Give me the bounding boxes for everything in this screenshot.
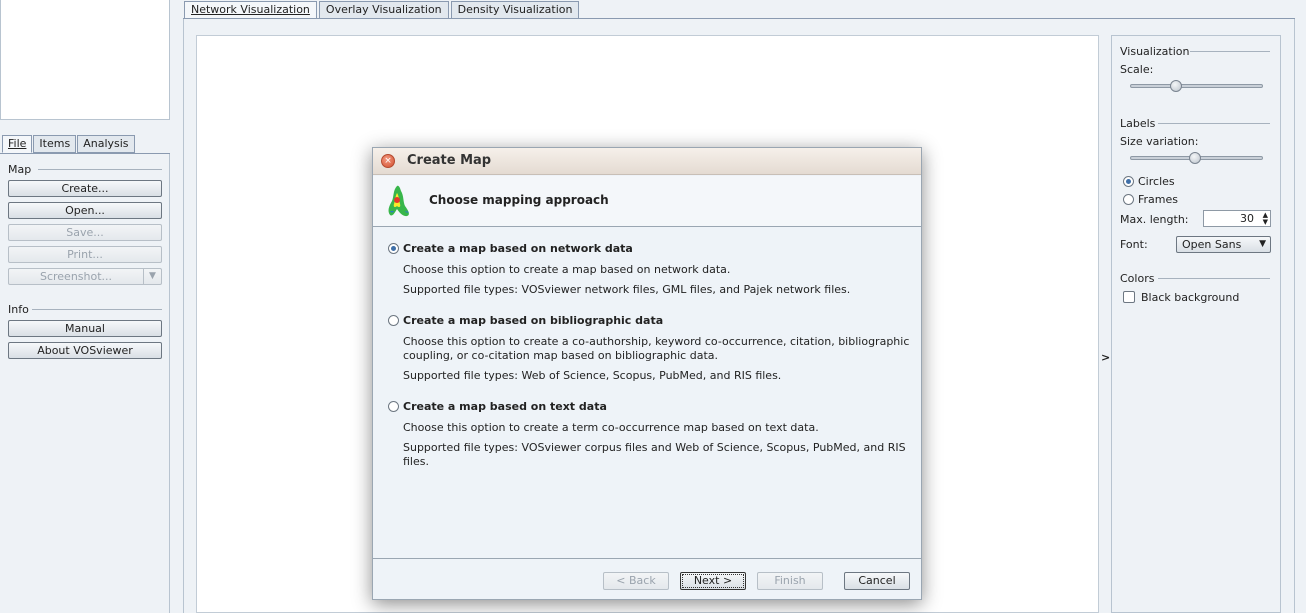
tab-analysis[interactable]: Analysis	[77, 135, 135, 153]
chevron-down-icon: ▼	[1259, 239, 1266, 249]
tab-items[interactable]: Items	[33, 135, 77, 153]
visualization-divider	[1190, 51, 1270, 52]
black-background-label: Black background	[1141, 291, 1240, 304]
tab-network-label: Network Visualization	[191, 3, 310, 16]
network-data-radio[interactable]	[388, 243, 399, 254]
left-tab-bar: File Items Analysis	[2, 135, 136, 153]
screenshot-button[interactable]: Screenshot... ▼	[8, 268, 162, 285]
size-variation-label: Size variation:	[1120, 135, 1199, 148]
dialog-footer-divider	[373, 558, 921, 559]
network-data-option-desc: Choose this option to create a map based…	[403, 263, 731, 276]
info-section-divider	[32, 309, 162, 310]
map-section-divider	[38, 169, 162, 170]
vosviewer-logo-icon	[388, 185, 409, 217]
scale-label: Scale:	[1120, 63, 1154, 76]
tab-file-label: File	[8, 137, 27, 150]
dialog-header: Choose mapping approach	[373, 176, 921, 227]
bibliographic-data-option-desc: Choose this option to create a co-author…	[403, 335, 910, 362]
back-button[interactable]: < Back	[603, 572, 669, 590]
bibliographic-data-option-types: Supported file types: Web of Science, Sc…	[403, 369, 782, 382]
text-data-option-title: Create a map based on text data	[403, 400, 607, 413]
left-panel-body	[0, 154, 170, 613]
colors-section-label: Colors	[1120, 272, 1155, 285]
close-icon[interactable]: ×	[381, 154, 395, 168]
left-overview-area	[0, 0, 170, 120]
save-button[interactable]: Save...	[8, 224, 162, 241]
create-map-dialog: × Create Map Choose mapping approach Cre…	[372, 147, 922, 600]
tab-network-visualization[interactable]: Network Visualization	[184, 1, 317, 19]
text-data-radio[interactable]	[388, 401, 399, 412]
labels-section-label: Labels	[1120, 117, 1156, 130]
dialog-title-bar[interactable]: × Create Map	[373, 148, 921, 175]
black-background-checkbox[interactable]	[1123, 291, 1135, 303]
network-data-option-title: Create a map based on network data	[403, 242, 633, 255]
info-section-label: Info	[8, 303, 29, 316]
print-button[interactable]: Print...	[8, 246, 162, 263]
frames-radio[interactable]	[1123, 194, 1134, 205]
bibliographic-data-option-title: Create a map based on bibliographic data	[403, 314, 664, 327]
cancel-button[interactable]: Cancel	[844, 572, 910, 590]
max-length-spinner[interactable]: 30 ▲ ▼	[1203, 210, 1271, 227]
bibliographic-data-radio[interactable]	[388, 315, 399, 326]
view-tab-bar: Network Visualization Overlay Visualizat…	[184, 1, 581, 19]
max-length-value: 30	[1240, 212, 1254, 225]
manual-button[interactable]: Manual	[8, 320, 162, 337]
font-select[interactable]: Open Sans ▼	[1176, 236, 1271, 253]
circles-radio[interactable]	[1123, 176, 1134, 187]
tab-items-label: Items	[39, 137, 71, 150]
frames-label: Frames	[1138, 193, 1179, 206]
tab-file[interactable]: File	[2, 135, 33, 153]
open-button[interactable]: Open...	[8, 202, 162, 219]
tab-density-visualization[interactable]: Density Visualization	[450, 1, 580, 19]
tab-density-label: Density Visualization	[457, 3, 573, 16]
colors-divider	[1158, 278, 1270, 279]
scale-slider-thumb[interactable]	[1169, 80, 1182, 92]
chevron-down-icon[interactable]: ▼	[143, 269, 161, 284]
visualization-section-label: Visualization	[1120, 45, 1190, 58]
dialog-title: Create Map	[407, 153, 492, 168]
next-button[interactable]: Next >	[680, 572, 746, 590]
labels-divider	[1158, 123, 1270, 124]
map-section-label: Map	[8, 163, 32, 176]
finish-button[interactable]: Finish	[757, 572, 823, 590]
text-data-option-desc: Choose this option to create a term co-o…	[403, 421, 819, 434]
scale-slider-track[interactable]	[1130, 84, 1263, 88]
circles-label: Circles	[1138, 175, 1175, 188]
text-data-option-types: Supported file types: VOSviewer corpus f…	[403, 441, 906, 468]
create-button[interactable]: Create...	[8, 180, 162, 197]
font-label: Font:	[1120, 238, 1148, 251]
font-select-value: Open Sans	[1182, 238, 1242, 251]
about-button[interactable]: About VOSviewer	[8, 342, 162, 359]
tab-analysis-label: Analysis	[83, 137, 129, 150]
network-data-option-types: Supported file types: VOSviewer network …	[403, 283, 851, 296]
tab-overlay-label: Overlay Visualization	[325, 3, 442, 16]
spinner-down-icon[interactable]: ▼	[1263, 219, 1268, 226]
dialog-heading: Choose mapping approach	[429, 193, 609, 207]
collapse-panel-toggle[interactable]: >	[1101, 351, 1110, 364]
max-length-label: Max. length:	[1120, 213, 1189, 226]
screenshot-button-label: Screenshot...	[39, 270, 113, 283]
tab-overlay-visualization[interactable]: Overlay Visualization	[318, 1, 449, 19]
